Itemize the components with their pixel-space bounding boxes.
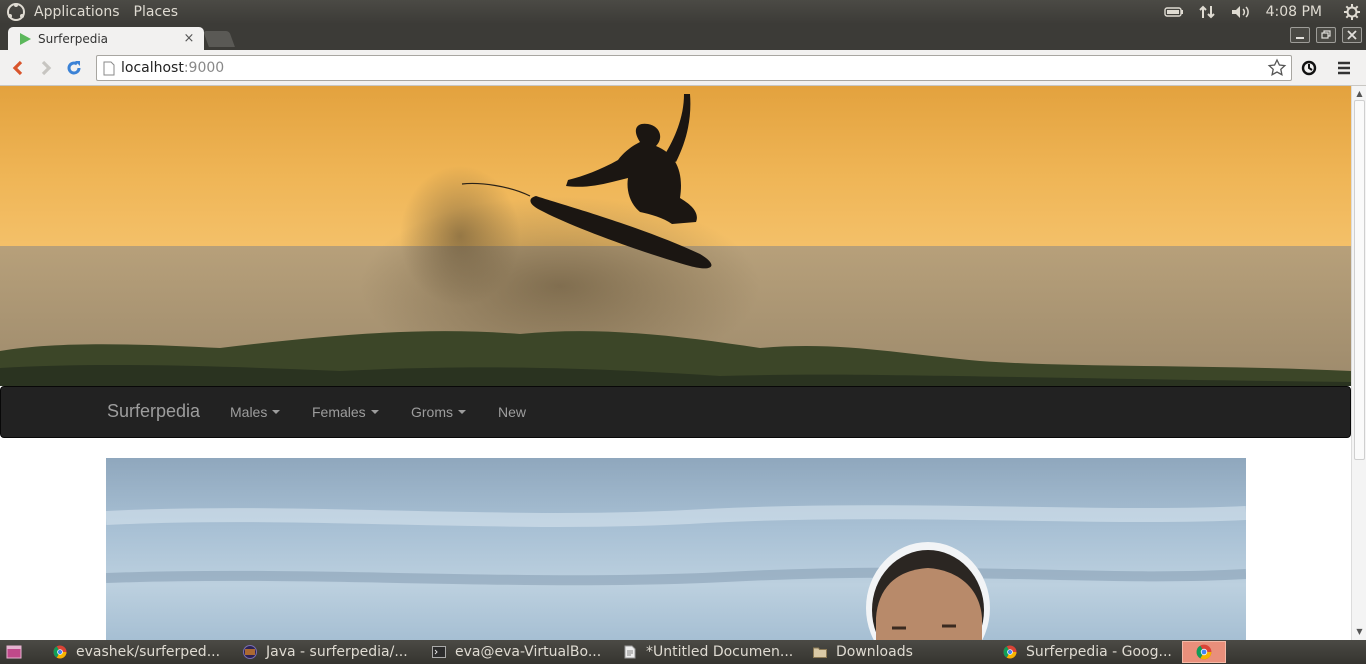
hamburger-menu-icon [1338,61,1350,75]
caret-down-icon [370,410,379,414]
play-favicon-icon [20,32,31,45]
task-eclipse[interactable]: Java - surferpedia/... [242,640,408,664]
close-window-button[interactable] [1342,27,1362,43]
eclipse-icon [242,644,258,660]
page-scrollbar[interactable]: ▲ ▼ [1351,86,1366,640]
task-label: eva@eva-VirtualBo... [455,644,602,660]
reload-button[interactable] [62,56,86,80]
scroll-thumb[interactable] [1354,100,1365,460]
folder-icon [812,644,828,660]
chrome-icon [1196,644,1212,660]
caret-down-icon [458,410,466,414]
hero-illustration [0,94,1351,386]
tab-close-icon[interactable]: × [182,31,196,46]
url-port: :9000 [183,60,225,76]
show-desktop-icon[interactable] [6,644,22,660]
browser-tab[interactable]: Surferpedia × [8,27,204,50]
surfer-portrait-image [106,458,1246,640]
ubuntu-logo-icon[interactable] [6,2,26,22]
page-viewport: Surferpedia Males Females Groms New [0,86,1351,640]
chrome-icon [1002,644,1018,660]
forward-button[interactable] [34,56,58,80]
nav-new-link[interactable]: New [498,404,526,420]
task-label: *Untitled Documen... [646,644,794,660]
task-chrome-surferpedia[interactable]: Surferpedia - Goog... [1002,640,1172,664]
applications-menu[interactable]: Applications [34,4,120,20]
bottom-taskbar: evashek/surferped... Java - surferpedia/… [0,640,1366,664]
nav-new-label: New [498,404,527,420]
chrome-icon [52,644,68,660]
nav-groms-label: Groms [411,404,453,420]
back-arrow-icon [12,60,23,76]
task-text-editor[interactable]: *Untitled Documen... [622,640,793,664]
text-editor-icon [622,644,638,660]
caret-down-icon [272,410,281,414]
clock[interactable]: 4:08 PM [1266,4,1322,20]
minimize-icon [1296,37,1304,39]
restore-button[interactable] [1316,27,1336,43]
minimize-button[interactable] [1290,27,1310,43]
terminal-icon [431,644,447,660]
browser-toolbar: localhost:9000 [0,50,1366,86]
nav-males-label: Males [230,404,268,420]
portrait-illustration [106,505,1246,640]
volume-icon[interactable] [1230,4,1252,20]
scroll-up-icon[interactable]: ▲ [1354,88,1365,99]
scroll-down-icon[interactable]: ▼ [1354,626,1365,637]
bookmark-star-icon[interactable] [1267,58,1287,78]
settings-gear-icon[interactable] [1344,4,1360,20]
url-host: localhost [121,60,184,76]
task-terminal[interactable]: eva@eva-VirtualBo... [431,640,601,664]
hero-surf-image [0,86,1351,386]
sync-extension-icon [1301,60,1317,76]
new-tab-button[interactable] [203,31,235,47]
nav-females-label: Females [312,404,366,420]
task-label: evashek/surferped... [76,644,221,660]
brand-link[interactable]: Surferpedia [107,401,200,422]
battery-icon[interactable] [1163,6,1184,18]
top-panel: Applications Places 4:08 PM [0,0,1366,24]
page-icon [103,61,115,75]
indicator-area: 4:08 PM [1163,0,1366,24]
tab-title: Surferpedia [38,31,109,46]
nav-males-dropdown[interactable]: Males [230,404,281,420]
site-navbar: Surferpedia Males Females Groms New [0,386,1351,438]
places-menu[interactable]: Places [134,4,179,20]
close-icon [1347,30,1357,40]
network-icon[interactable] [1198,4,1216,20]
nav-females-dropdown[interactable]: Females [312,404,379,420]
extension-button[interactable] [1297,56,1321,80]
back-button[interactable] [6,56,30,80]
tab-strip: Surferpedia × [0,24,1366,50]
reload-icon [67,61,81,75]
task-label: Java - surferpedia/... [266,644,408,660]
task-chrome-active[interactable] [1182,641,1226,663]
chrome-menu-button[interactable] [1332,56,1356,80]
task-label: Surferpedia - Goog... [1026,644,1172,660]
task-chrome-github[interactable]: evashek/surferped... [52,640,220,664]
forward-arrow-icon [41,60,52,76]
address-bar[interactable]: localhost:9000 [96,55,1292,81]
task-downloads[interactable]: Downloads [812,640,913,664]
task-label: Downloads [836,644,913,660]
restore-icon [1321,30,1331,39]
nav-groms-dropdown[interactable]: Groms [411,404,466,420]
